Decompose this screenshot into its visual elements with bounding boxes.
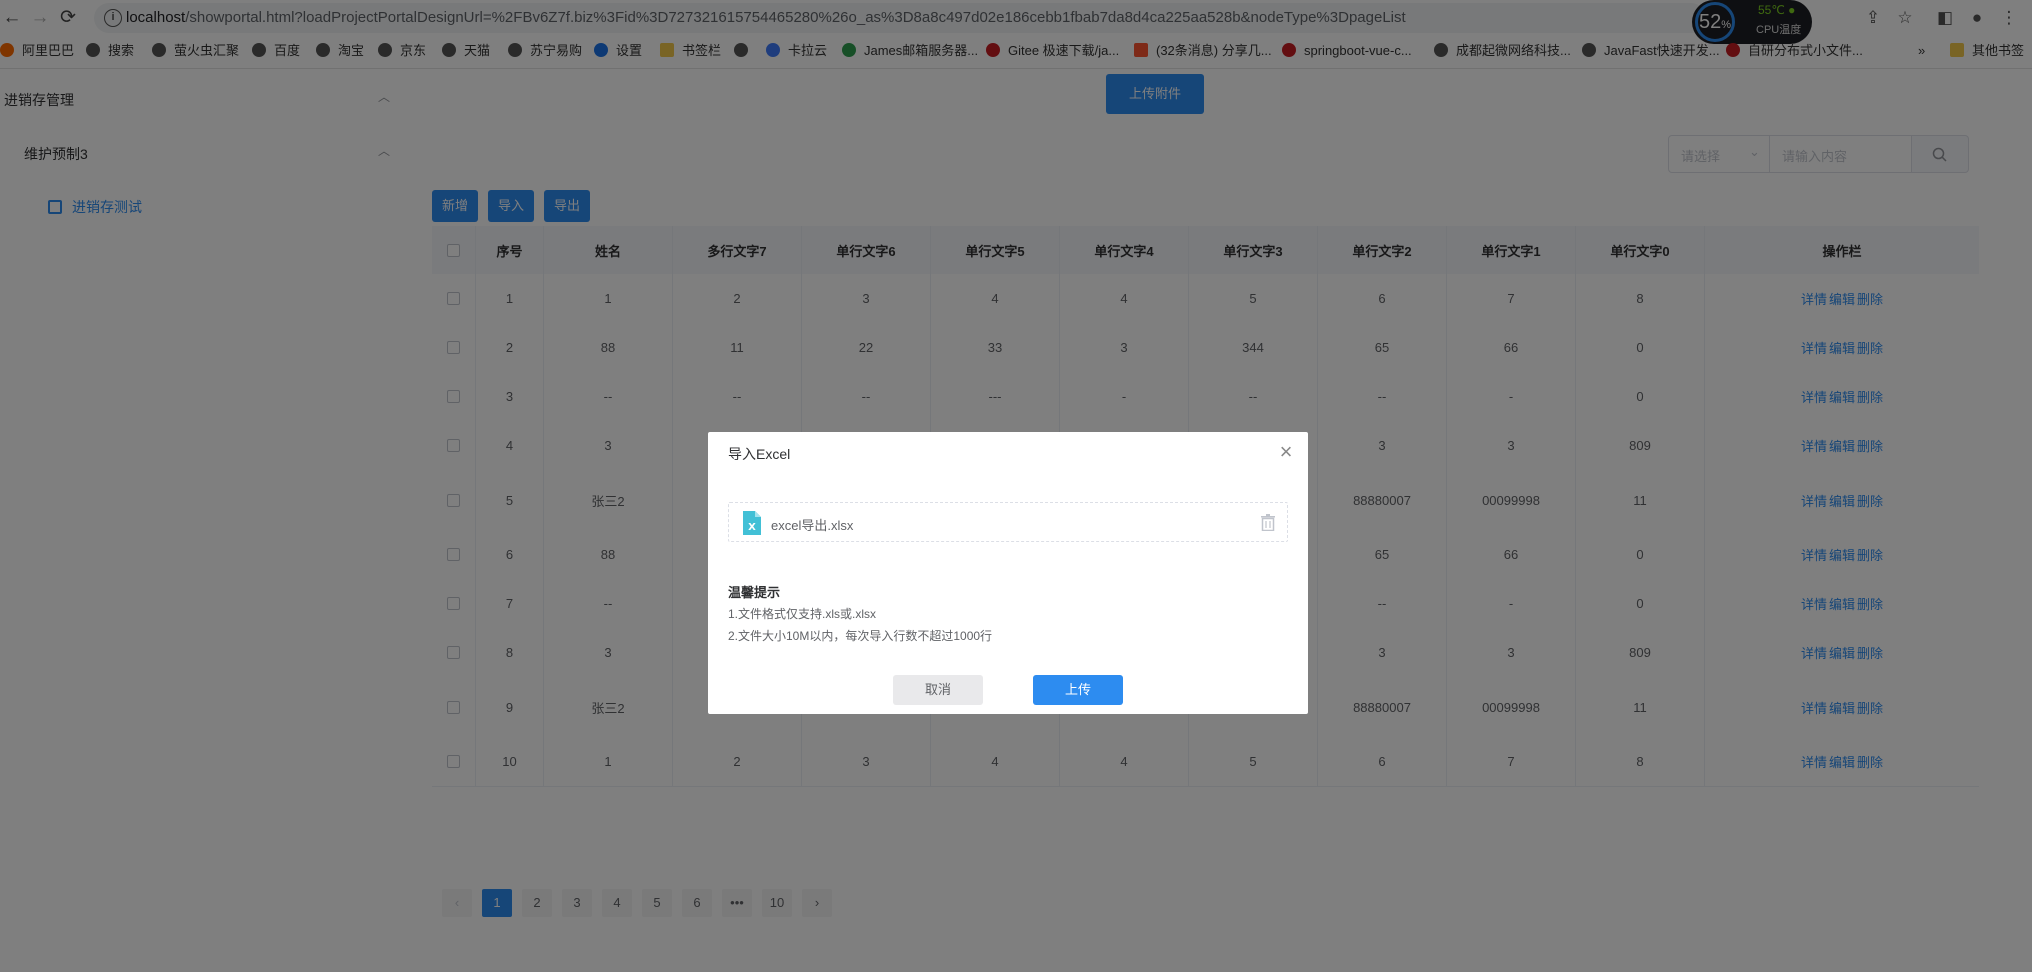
modal-overlay[interactable]: 导入Excel × X excel导出.xlsx 温馨提示 1.文件格式仅支持.… — [0, 0, 2032, 972]
import-excel-dialog: 导入Excel × X excel导出.xlsx 温馨提示 1.文件格式仅支持.… — [708, 432, 1308, 714]
uploaded-file-item: X excel导出.xlsx — [728, 502, 1288, 542]
file-name: excel导出.xlsx — [771, 518, 854, 533]
tip-line: 2.文件大小10M以内，每次导入行数不超过1000行 — [728, 629, 993, 643]
trash-icon[interactable] — [1261, 514, 1275, 531]
svg-text:X: X — [748, 522, 756, 533]
tips-title: 温馨提示 — [728, 585, 781, 600]
cancel-button[interactable]: 取消 — [893, 675, 983, 705]
dialog-title: 导入Excel — [728, 446, 791, 462]
upload-button[interactable]: 上传 — [1033, 675, 1123, 705]
close-icon[interactable]: × — [1276, 441, 1296, 463]
excel-file-icon: X — [743, 511, 761, 535]
tip-line: 1.文件格式仅支持.xls或.xlsx — [728, 607, 877, 621]
